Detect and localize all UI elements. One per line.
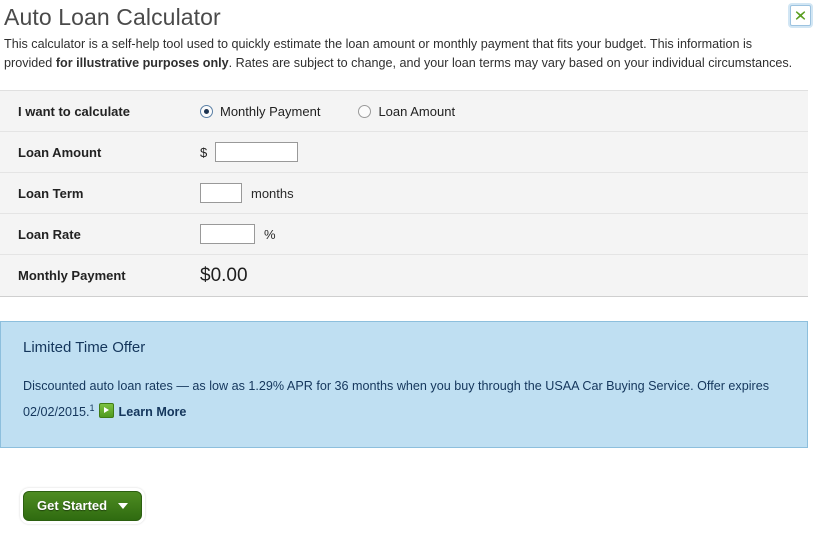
radio-label-loan-amount: Loan Amount (378, 103, 456, 119)
row-loan-term: Loan Term months (0, 173, 808, 214)
radio-label-monthly-payment: Monthly Payment (220, 103, 321, 119)
actions-bar: Get Started (0, 491, 816, 522)
limited-time-offer-box: Limited Time Offer Discounted auto loan … (0, 321, 808, 449)
loan-amount-input[interactable] (215, 142, 299, 162)
row-calculate-mode: I want to calculate Monthly Payment Loan… (0, 91, 808, 132)
get-started-button[interactable]: Get Started (23, 491, 143, 522)
caret-down-icon (118, 502, 129, 509)
loan-term-input[interactable] (200, 183, 242, 203)
get-started-label: Get Started (37, 498, 108, 514)
offer-footnote-marker: 1 (89, 403, 95, 413)
row-monthly-payment: Monthly Payment $0.00 (0, 255, 808, 296)
intro-text-emphasis: for illustrative purposes only (55, 56, 229, 70)
radio-unselected-icon (358, 104, 372, 118)
loan-rate-unit: % (264, 226, 276, 242)
green-arrow-icon (98, 403, 114, 419)
close-button[interactable] (790, 5, 811, 26)
loan-term-unit: months (251, 185, 294, 201)
offer-body: Discounted auto loan rates — as low as 1… (23, 375, 787, 423)
label-loan-amount: Loan Amount (18, 144, 102, 160)
offer-title: Limited Time Offer (23, 339, 146, 356)
radio-option-loan-amount[interactable]: Loan Amount (358, 104, 455, 119)
label-loan-rate: Loan Rate (18, 226, 81, 242)
radio-selected-icon (200, 104, 213, 118)
radio-option-monthly-payment[interactable]: Monthly Payment (200, 104, 320, 119)
learn-more-link[interactable]: Learn More (119, 405, 187, 419)
label-loan-term: Loan Term (18, 185, 84, 201)
row-loan-rate: Loan Rate % (0, 214, 808, 255)
calculator-form: I want to calculate Monthly Payment Loan… (0, 90, 808, 297)
dollar-sign: $ (200, 144, 208, 160)
intro-text-part2: . Rates are subject to change, and your … (228, 56, 793, 70)
loan-rate-input[interactable] (200, 224, 255, 244)
page-title: Auto Loan Calculator (4, 4, 221, 30)
monthly-payment-value: $0.00 (200, 264, 248, 286)
intro-text: This calculator is a self-help tool used… (0, 35, 816, 73)
calculate-mode-radio-group: Monthly Payment Loan Amount (200, 104, 455, 119)
row-loan-amount: Loan Amount $ (0, 132, 808, 173)
label-monthly-payment: Monthly Payment (18, 268, 126, 283)
label-calculate-mode: I want to calculate (18, 103, 130, 119)
close-x-icon (795, 10, 806, 21)
